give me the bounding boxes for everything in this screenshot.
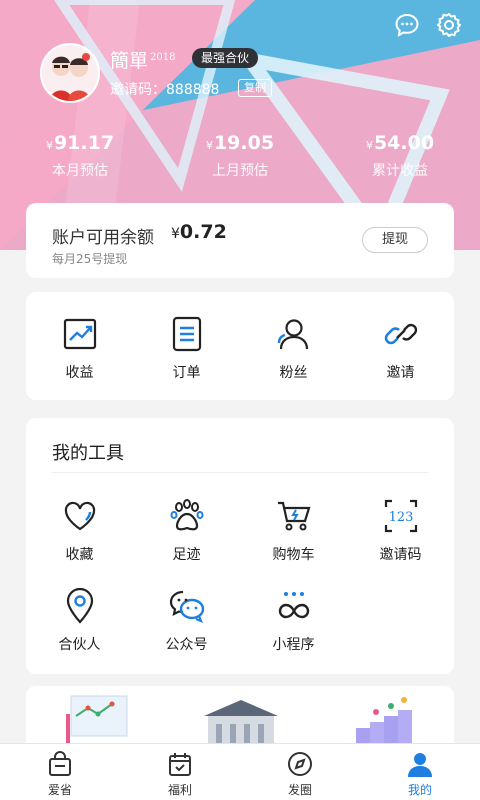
tab-label: 福利 bbox=[167, 783, 192, 797]
tools-row: 收藏 足迹 购物车 123 邀请码 bbox=[26, 498, 454, 564]
withdraw-button[interactable]: 提现 bbox=[362, 227, 428, 253]
tool-cart[interactable]: 购物车 bbox=[240, 498, 347, 564]
withdraw-note: 每月25号提现 bbox=[52, 252, 128, 266]
quick-item-label: 订单 bbox=[172, 365, 201, 381]
tab-aisheng[interactable]: 爱省 bbox=[0, 744, 120, 800]
tool-footprint[interactable]: 足迹 bbox=[133, 498, 240, 564]
tool-label: 邀请码 bbox=[379, 547, 422, 563]
calendar-icon bbox=[169, 753, 191, 776]
tools-row: 合伙人 公众号 小程序 bbox=[26, 588, 347, 654]
username: 簡單 2018 bbox=[110, 46, 175, 73]
copy-button[interactable]: 复制 bbox=[238, 79, 272, 97]
username-sup: 2018 bbox=[150, 51, 176, 63]
tool-official-account[interactable]: 公众号 bbox=[133, 588, 240, 654]
earnings-stats: ¥91.17 本月预估 ¥19.05 上月预估 ¥54.00 累计收益 bbox=[0, 132, 480, 180]
bottom-tab-bar: 爱省 福利 发圈 我的 bbox=[0, 743, 480, 800]
balance-card: 账户可用余额 ¥0.72 每月25号提现 提现 bbox=[26, 203, 454, 278]
stat-this-month[interactable]: ¥91.17 本月预估 bbox=[0, 132, 160, 180]
tab-label: 爱省 bbox=[47, 783, 72, 797]
quick-item-label: 粉丝 bbox=[279, 365, 308, 381]
tool-mini-program[interactable]: 小程序 bbox=[240, 588, 347, 654]
code-icon-text: 123 bbox=[388, 510, 413, 525]
link-icon bbox=[384, 323, 417, 345]
username-text: 簡單 bbox=[110, 50, 149, 72]
tool-favorites[interactable]: 收藏 bbox=[26, 498, 133, 564]
stat-value: ¥54.00 bbox=[365, 132, 435, 154]
stat-label: 本月预估 bbox=[52, 163, 108, 179]
tool-label: 小程序 bbox=[272, 637, 315, 653]
divider bbox=[52, 472, 428, 473]
stat-value: ¥19.05 bbox=[205, 132, 275, 154]
person-icon bbox=[408, 753, 432, 777]
location-icon bbox=[66, 588, 93, 624]
tool-invite-code[interactable]: 123 邀请码 bbox=[347, 498, 454, 564]
message-icon[interactable] bbox=[394, 12, 420, 38]
heart-icon bbox=[64, 501, 95, 531]
quick-item-label: 收益 bbox=[65, 365, 94, 381]
tab-label: 我的 bbox=[407, 783, 432, 797]
avatar[interactable] bbox=[40, 43, 100, 103]
cart-icon bbox=[277, 501, 310, 531]
bag-icon bbox=[49, 751, 71, 776]
invite-code: 邀请码：888888 bbox=[110, 82, 220, 98]
quick-item-earnings[interactable]: 收益 bbox=[26, 292, 133, 400]
tools-card: 我的工具 收藏 足迹 购物车 123 邀请码 合伙人 公众号 小程序 bbox=[26, 418, 454, 674]
tab-mine[interactable]: 我的 bbox=[360, 744, 480, 800]
quick-actions: 收益 订单 粉丝 邀请 bbox=[26, 292, 454, 400]
tool-label: 合伙人 bbox=[58, 637, 101, 653]
stat-value: ¥91.17 bbox=[45, 132, 115, 154]
compass-icon bbox=[288, 752, 312, 776]
tools-title: 我的工具 bbox=[52, 443, 124, 464]
balance-amount: ¥0.72 bbox=[171, 221, 227, 243]
header-actions bbox=[394, 12, 462, 38]
balance-title: 账户可用余额 bbox=[52, 228, 154, 248]
stat-label: 上月预估 bbox=[212, 163, 268, 179]
tool-label: 足迹 bbox=[172, 547, 201, 563]
tool-partner[interactable]: 合伙人 bbox=[26, 588, 133, 654]
tool-label: 购物车 bbox=[272, 547, 315, 563]
stat-last-month[interactable]: ¥19.05 上月预估 bbox=[160, 132, 320, 180]
code-icon: 123 bbox=[384, 499, 417, 533]
tab-label: 发圈 bbox=[287, 783, 312, 797]
quick-item-orders[interactable]: 订单 bbox=[133, 292, 240, 400]
stat-label: 累计收益 bbox=[372, 163, 428, 179]
quick-item-invite[interactable]: 邀请 bbox=[347, 292, 454, 400]
tab-moments[interactable]: 发圈 bbox=[240, 744, 360, 800]
quick-item-label: 邀请 bbox=[386, 365, 415, 381]
chart-icon bbox=[63, 318, 96, 350]
tab-welfare[interactable]: 福利 bbox=[120, 744, 240, 800]
tool-label: 公众号 bbox=[165, 637, 208, 653]
fans-icon bbox=[277, 319, 308, 350]
stat-total[interactable]: ¥54.00 累计收益 bbox=[320, 132, 480, 180]
document-icon bbox=[172, 316, 201, 352]
miniprogram-icon bbox=[278, 592, 309, 619]
paw-icon bbox=[170, 499, 203, 531]
tool-label: 收藏 bbox=[65, 547, 94, 563]
level-badge: 最强合伙 bbox=[192, 48, 259, 68]
gear-icon[interactable] bbox=[436, 12, 462, 38]
wechat-icon bbox=[169, 590, 204, 623]
quick-item-fans[interactable]: 粉丝 bbox=[240, 292, 347, 400]
